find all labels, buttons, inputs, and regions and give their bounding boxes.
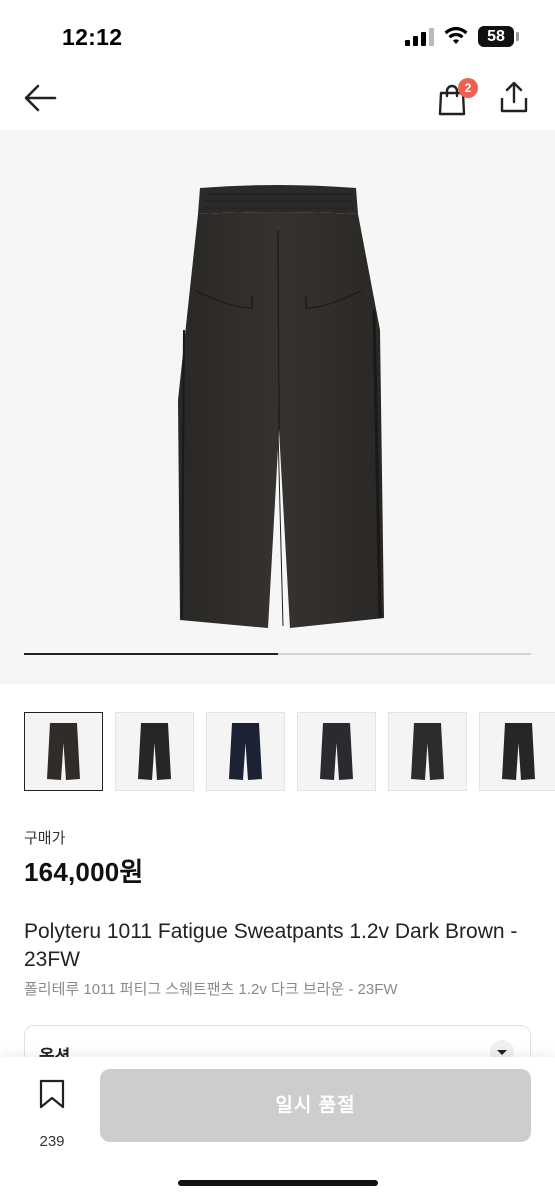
price-label: 구매가	[24, 830, 66, 847]
thumbnail-strip	[24, 712, 555, 792]
thumbnail-2[interactable]	[115, 712, 194, 791]
product-subtitle: 폴리테루 1011 퍼티그 스웨트팬츠 1.2v 다크 브라운 - 23FW	[24, 981, 398, 998]
price-value: 164,000원	[24, 857, 144, 887]
wifi-icon	[444, 26, 468, 44]
carousel-progress-track	[24, 653, 531, 655]
bottom-action-bar: 239 일시 품절	[0, 1057, 555, 1200]
thumbnail-5[interactable]	[388, 712, 467, 791]
share-icon[interactable]	[498, 80, 530, 114]
save-button[interactable]: 239	[30, 1079, 74, 1150]
thumbnail-pants-image	[502, 723, 535, 780]
save-count: 239	[39, 1133, 65, 1150]
thumbnail-1[interactable]	[24, 712, 103, 791]
battery-icon: 58	[478, 26, 514, 47]
thumbnail-pants-image	[138, 723, 171, 780]
thumbnail-3[interactable]	[206, 712, 285, 791]
bookmark-icon	[39, 1079, 65, 1109]
thumbnail-4[interactable]	[297, 712, 376, 791]
cart-count-badge: 2	[458, 78, 478, 98]
status-bar: 12:12 58	[0, 0, 555, 70]
thumbnail-pants-image	[229, 723, 262, 780]
product-image-carousel[interactable]	[0, 130, 555, 684]
nav-bar: 2	[0, 70, 555, 130]
thumbnail-pants-image	[411, 723, 444, 780]
product-title: Polyteru 1011 Fatigue Sweatpants 1.2v Da…	[24, 920, 518, 971]
battery-cap	[516, 32, 519, 41]
cellular-signal-icon	[405, 28, 434, 46]
thumbnail-6[interactable]	[479, 712, 555, 791]
home-indicator	[178, 1180, 378, 1186]
sold-out-button[interactable]: 일시 품절	[100, 1069, 531, 1142]
battery-level: 58	[487, 28, 505, 45]
pants-image	[178, 185, 384, 628]
thumbnail-pants-image	[47, 723, 80, 780]
status-time: 12:12	[62, 24, 123, 50]
back-arrow-icon[interactable]	[22, 82, 58, 114]
thumbnail-pants-image	[320, 723, 353, 780]
carousel-progress-fill	[24, 653, 278, 655]
